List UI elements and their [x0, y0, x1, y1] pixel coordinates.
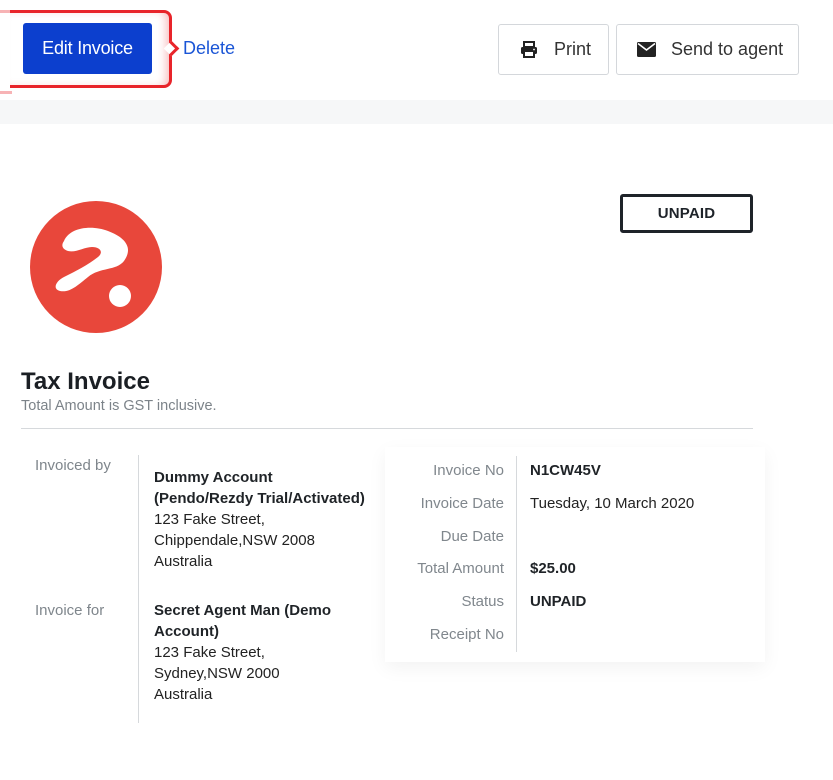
buyer-name-line-2: Account) [154, 623, 219, 640]
invoice-subtitle: Total Amount is GST inclusive. [21, 398, 217, 414]
invoice-no-label: Invoice No [433, 462, 504, 479]
invoice-toolbar: Edit Invoice Delete Print Send to agent [0, 0, 833, 100]
receipt-no-label: Receipt No [429, 626, 504, 643]
toolbar-divider-strip [0, 100, 833, 124]
seller-address-line-1: 123 Fake Street, [154, 511, 265, 528]
seller-country: Australia [154, 553, 213, 570]
printer-icon [519, 40, 539, 60]
header-divider [21, 428, 753, 429]
company-logo [30, 201, 162, 333]
invoice-date-label: Invoice Date [420, 495, 504, 512]
seller-address-line-2: Chippendale,NSW 2008 [154, 532, 315, 549]
send-to-agent-button[interactable]: Send to agent [616, 24, 799, 75]
invoice-for-label: Invoice for [35, 602, 105, 619]
status-badge: UNPAID [620, 194, 753, 233]
status-value: UNPAID [530, 593, 587, 610]
invoice-title: Tax Invoice [21, 368, 150, 395]
invoiced-by-label: Invoiced by [35, 457, 111, 474]
total-amount-label: Total Amount [417, 560, 504, 577]
invoice-date-value: Tuesday, 10 March 2020 [530, 495, 695, 512]
delete-link[interactable]: Delete [183, 38, 235, 59]
seller-name-line-2: (Pendo/Rezdy Trial/Activated) [154, 490, 365, 507]
seller-name-line-1: Dummy Account [154, 469, 273, 486]
buyer-name-line-1: Secret Agent Man (Demo [154, 602, 331, 619]
due-date-label: Due Date [440, 528, 504, 545]
buyer-address-line-1: 123 Fake Street, [154, 644, 265, 661]
print-button[interactable]: Print [498, 24, 609, 75]
total-amount-value: $25.00 [530, 560, 576, 577]
meta-column-divider [516, 456, 517, 652]
party-column-divider [138, 455, 139, 723]
status-label: Status [461, 593, 504, 610]
invoiced-by-details: Dummy Account (Pendo/Rezdy Trial/Activat… [154, 467, 369, 572]
edit-invoice-button[interactable]: Edit Invoice [23, 23, 152, 74]
buyer-country: Australia [154, 686, 213, 703]
send-to-agent-label: Send to agent [671, 39, 784, 59]
envelope-icon [636, 40, 656, 60]
invoice-no-value: N1CW45V [530, 462, 601, 479]
buyer-address-line-2: Sydney,NSW 2000 [154, 665, 280, 682]
invoice-for-details: Secret Agent Man (Demo Account) 123 Fake… [154, 600, 354, 705]
print-label: Print [554, 39, 592, 59]
